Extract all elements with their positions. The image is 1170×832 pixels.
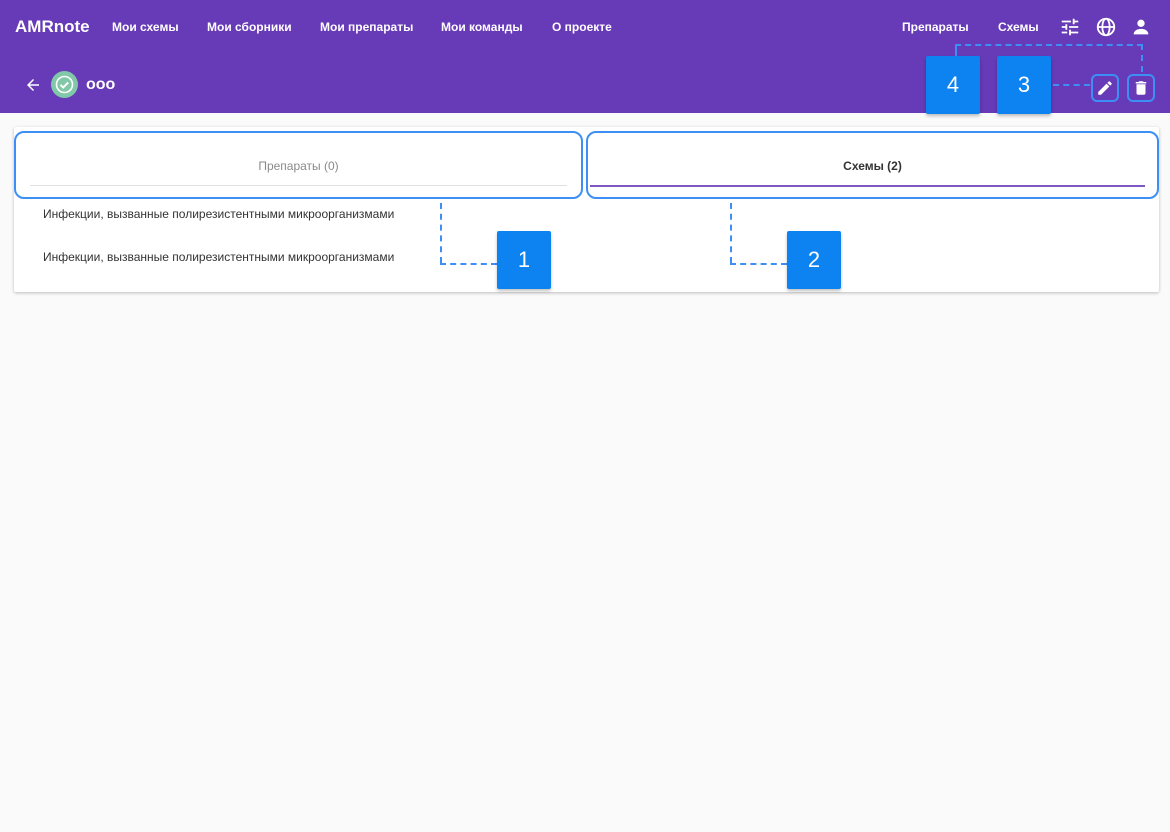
callout-2-connector-v	[730, 203, 732, 263]
pencil-icon	[1098, 81, 1112, 95]
main-nav: AMRnote Мои схемы Мои сборники Мои препа…	[0, 0, 1170, 56]
list-item[interactable]: Инфекции, вызванные полирезистентными ми…	[43, 250, 394, 264]
nav-my-collections[interactable]: Мои сборники	[207, 20, 292, 34]
callout-4-connector-right	[1141, 44, 1143, 72]
arrow-back-icon[interactable]	[24, 76, 42, 94]
callout-3-connector	[1053, 84, 1090, 86]
page-title: ooo	[86, 76, 116, 93]
edit-button[interactable]	[1091, 74, 1119, 102]
callout-1-connector-v	[440, 203, 442, 263]
callout-1: 1	[497, 231, 551, 289]
delete-button[interactable]	[1127, 74, 1155, 102]
verified-badge-icon	[51, 71, 78, 98]
page-header: ooo	[0, 56, 1170, 113]
callout-1-connector-h	[440, 263, 497, 265]
tune-icon[interactable]	[1059, 16, 1083, 40]
callout-2-connector-h	[730, 263, 787, 265]
callout-4-connector-top	[955, 44, 1143, 46]
tab-drugs-divider	[30, 185, 567, 186]
list-item[interactable]: Инфекции, вызванные полирезистентными ми…	[43, 207, 394, 221]
nav-my-schemes[interactable]: Мои схемы	[112, 20, 179, 34]
callout-2: 2	[787, 231, 841, 289]
nav-about[interactable]: О проекте	[552, 20, 612, 34]
account-icon[interactable]	[1130, 16, 1154, 40]
tab-drugs[interactable]: Препараты (0)	[14, 131, 583, 199]
callout-4-connector-left	[955, 44, 957, 56]
tab-schemes[interactable]: Схемы (2)	[586, 131, 1159, 199]
callout-4: 4	[926, 56, 980, 114]
callout-3: 3	[997, 56, 1051, 114]
content-card: Препараты (0) Схемы (2) Инфекции, вызван…	[14, 127, 1159, 292]
nav-my-teams[interactable]: Мои команды	[441, 20, 523, 34]
brand-logo[interactable]: AMRnote	[15, 17, 90, 37]
globe-icon[interactable]	[1095, 16, 1119, 40]
app-bar: AMRnote Мои схемы Мои сборники Мои препа…	[0, 0, 1170, 113]
nav-schemes[interactable]: Схемы	[998, 20, 1039, 34]
tab-schemes-label: Схемы (2)	[843, 159, 902, 173]
nav-my-drugs[interactable]: Мои препараты	[320, 20, 413, 34]
nav-drugs[interactable]: Препараты	[902, 20, 969, 34]
tab-drugs-label: Препараты (0)	[258, 159, 339, 173]
trash-icon	[1135, 81, 1147, 95]
tab-schemes-indicator	[590, 185, 1145, 187]
